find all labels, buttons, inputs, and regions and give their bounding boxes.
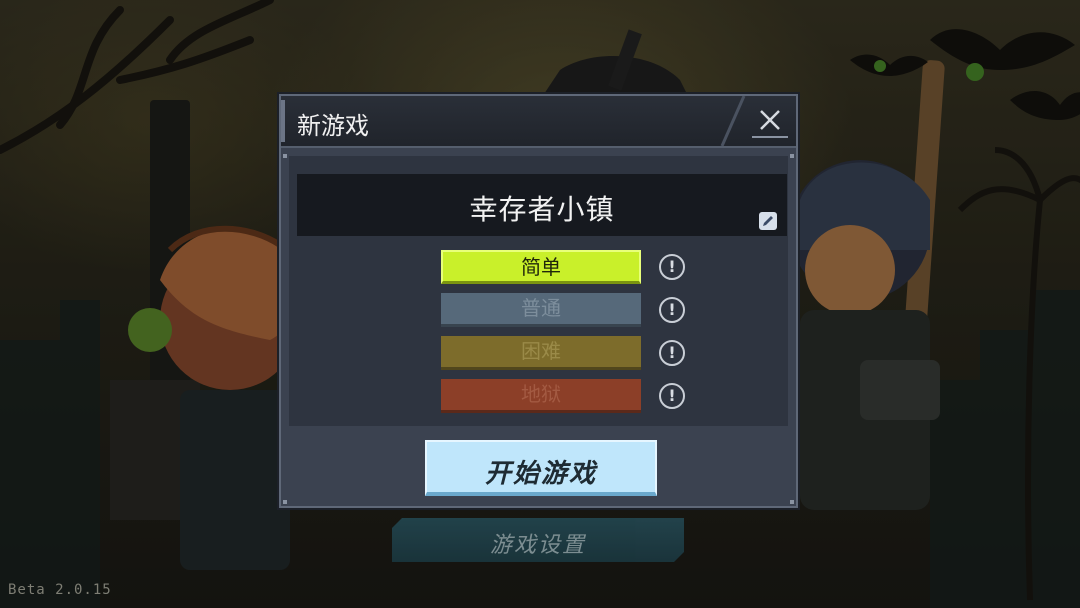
close-icon — [760, 110, 780, 130]
edit-name-button[interactable] — [759, 212, 777, 230]
town-name: 幸存者小镇 — [469, 193, 615, 226]
difficulty-row-hell: 地狱 ! — [441, 379, 693, 413]
corner-dot — [283, 154, 287, 158]
close-button[interactable] — [752, 102, 788, 138]
difficulty-hell-button[interactable]: 地狱 — [441, 379, 641, 413]
start-game-label: 开始游戏 — [484, 459, 597, 489]
difficulty-easy-button[interactable]: 简单 — [441, 250, 641, 284]
town-name-bar[interactable]: 幸存者小镇 — [297, 174, 787, 236]
version-label: Beta 2.0.15 — [8, 582, 112, 598]
corner-dot — [283, 500, 287, 504]
difficulty-row-hard: 困难 ! — [441, 336, 693, 370]
difficulty-hard-button[interactable]: 困难 — [441, 336, 641, 370]
difficulty-row-normal: 普通 ! — [441, 293, 693, 327]
new-game-dialog: 新游戏 幸存者小镇 简单 ! 普通 ! 困难 ! 地狱 ! 开始游戏 — [279, 94, 798, 508]
info-icon[interactable]: ! — [659, 254, 685, 280]
dialog-header: 新游戏 — [281, 96, 796, 148]
pencil-icon — [763, 216, 773, 226]
corner-dot — [790, 500, 794, 504]
difficulty-row-easy: 简单 ! — [441, 250, 693, 284]
dialog-title: 新游戏 — [297, 112, 369, 140]
info-icon[interactable]: ! — [659, 297, 685, 323]
dialog-body: 幸存者小镇 简单 ! 普通 ! 困难 ! 地狱 ! — [289, 156, 788, 426]
start-game-button[interactable]: 开始游戏 — [425, 440, 657, 496]
game-settings-button[interactable]: 游戏设置 — [392, 518, 684, 562]
header-accent-bar — [281, 100, 285, 142]
info-icon[interactable]: ! — [659, 383, 685, 409]
difficulty-normal-button[interactable]: 普通 — [441, 293, 641, 327]
header-slash-decoration — [720, 96, 746, 146]
info-icon[interactable]: ! — [659, 340, 685, 366]
corner-dot — [790, 154, 794, 158]
game-settings-label: 游戏设置 — [489, 533, 586, 558]
